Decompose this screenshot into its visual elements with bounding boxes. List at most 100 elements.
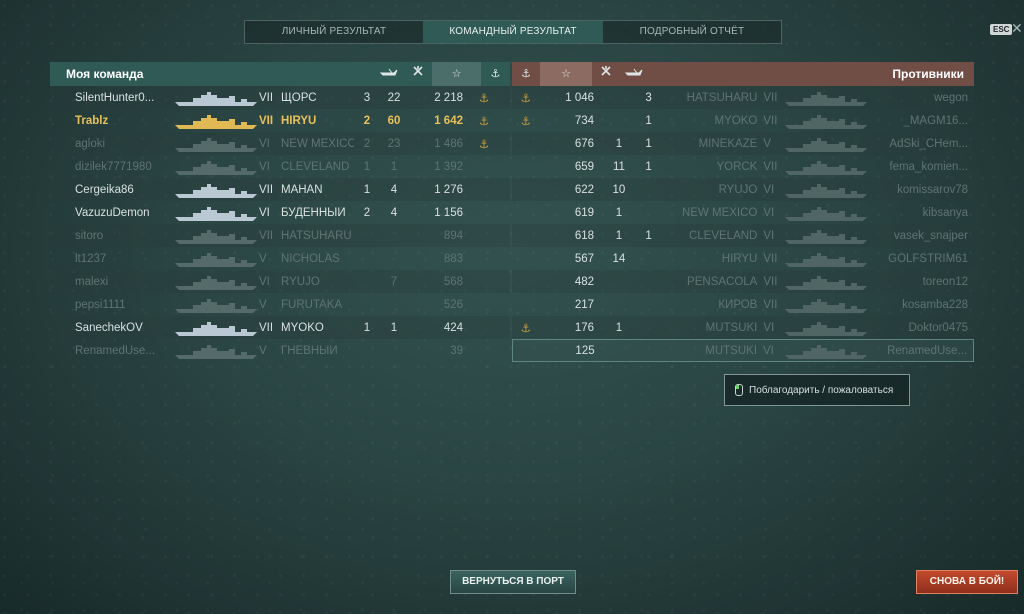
- ship-silhouette: [173, 319, 259, 337]
- esc-hint: ESC: [990, 24, 1013, 35]
- enemy-team-row[interactable]: 622 10 RYUJO VI komissarov78: [512, 178, 974, 201]
- base-xp: 217: [574, 298, 595, 311]
- base-xp: 1 486: [434, 137, 463, 150]
- ship-silhouette-icon: [785, 183, 868, 198]
- return-to-port-button[interactable]: ВЕРНУТЬСЯ В ПОРТ: [450, 570, 576, 594]
- anchor-icon: ⚓: [520, 115, 531, 128]
- player-name: VazuzuDemon: [75, 206, 150, 219]
- anchor-icon: ⚓: [520, 322, 531, 335]
- enemy-team-row[interactable]: 217 КИРОВ VII kosamba228: [512, 293, 974, 316]
- ship-silhouette: [783, 227, 869, 245]
- base-xp: 567: [574, 252, 595, 265]
- enemy-team-row[interactable]: 619 1 NEW MEXICO VI kibsanya: [512, 201, 974, 224]
- tab-team-result[interactable]: КОМАНДНЫЙ РЕЗУЛЬТАТ: [424, 21, 603, 43]
- anchor-icon: ⚓: [521, 68, 531, 80]
- my-team-row[interactable]: agloki VI NEW MEXICO 2 23 1 486 ⚓: [50, 132, 510, 155]
- my-team-row[interactable]: VazuzuDemon VI БУДЁННЫЙ 2 4 1 156: [50, 201, 510, 224]
- enemy-team-row[interactable]: 125 MUTSUKI VI RenamedUse...: [512, 339, 974, 362]
- player-name: kibsanya: [922, 206, 969, 219]
- ships-destroyed: 1: [645, 160, 652, 173]
- anchor-icon: ⚓: [520, 92, 531, 105]
- enemy-team-list: ⚓ 1 046 3 HATSUHARU VII wegon ⚓ 734 1 MYOKO VII _MA…: [512, 86, 974, 362]
- my-team-row[interactable]: SilentHunter0... VII ЩОРС 3 22 2 218 ⚓: [50, 86, 510, 109]
- ship-silhouette: [783, 273, 869, 291]
- ships-destroyed: 2: [363, 114, 371, 127]
- player-name: _MAGM16...: [903, 114, 969, 127]
- ship-tier: VII: [763, 252, 778, 265]
- enemy-team-panel: ⚓ ☆ Противники ⚓ 1 046 3 HATSUHARU VII wegon ⚓…: [512, 62, 974, 362]
- ship-name: HATSUHARU: [281, 229, 352, 242]
- ship-silhouette-icon: [175, 91, 257, 106]
- enemy-team-row[interactable]: ⚓ 734 1 MYOKO VII _MAGM16...: [512, 109, 974, 132]
- my-team-list: SilentHunter0... VII ЩОРС 3 22 2 218 ⚓ Trablz VI…: [50, 86, 510, 362]
- ship-tier: V: [763, 137, 772, 150]
- my-team-row[interactable]: RenamedUse... V ГНЕВНЫЙ 39: [50, 339, 510, 362]
- my-team-row[interactable]: SanechekOV VII MYOKO 1 1 424: [50, 316, 510, 339]
- enemy-team-row[interactable]: 482 PENSACOLA VII toreon12: [512, 270, 974, 293]
- planes-destroyed: 4: [390, 183, 398, 196]
- ship-silhouette: [173, 158, 259, 176]
- ships-destroyed: 3: [645, 91, 652, 104]
- ship-silhouette: [173, 296, 259, 314]
- my-team-row[interactable]: sitoro VII HATSUHARU 894: [50, 224, 510, 247]
- ship-tier: V: [259, 252, 267, 265]
- ship-tier: VI: [763, 344, 774, 357]
- enemy-team-row[interactable]: ⚓ 176 1 MUTSUKI VI Doktor0475: [512, 316, 974, 339]
- player-name: GOLFSTRIM61: [888, 252, 969, 265]
- base-xp: 176: [574, 321, 595, 334]
- base-xp: 125: [575, 344, 595, 357]
- my-team-row[interactable]: dizilek7771980 VI CLEVELAND 1 1 1 392: [50, 155, 510, 178]
- ship-silhouette-icon: [175, 229, 257, 244]
- ship-name: NEW MEXICO: [281, 137, 354, 150]
- ship-silhouette-icon: [785, 91, 868, 106]
- base-xp: 482: [574, 275, 595, 288]
- ship-name: RYUJO: [718, 183, 758, 196]
- plane-shot-icon: [403, 62, 432, 86]
- ship-tier: VII: [259, 91, 274, 104]
- base-xp: 659: [574, 160, 595, 173]
- ship-silhouette: [783, 158, 869, 176]
- ship-tier: VI: [259, 206, 270, 219]
- ships-destroyed: 1: [645, 229, 652, 242]
- ship-silhouette: [173, 250, 259, 268]
- tab-detailed-report[interactable]: ПОДРОБНЫЙ ОТЧЁТ: [603, 21, 781, 43]
- my-team-row[interactable]: Cergeika86 VII MAHAN 1 4 1 276: [50, 178, 510, 201]
- enemy-team-row[interactable]: 659 11 1 YORCK VII fema_komien...: [512, 155, 974, 178]
- my-team-row[interactable]: Trablz VII HIRYU 2 60 1 642 ⚓: [50, 109, 510, 132]
- ship-tier: VII: [259, 321, 274, 334]
- ship-silhouette-icon: [785, 252, 868, 267]
- ship-tier: VII: [259, 114, 274, 127]
- thank-report-label: Поблагодарить / пожаловаться: [749, 384, 894, 396]
- planes-destroyed: 1: [390, 160, 398, 173]
- close-icon[interactable]: ✕: [1011, 20, 1023, 37]
- ship-silhouette-icon: [784, 344, 867, 359]
- player-name: toreon12: [922, 275, 969, 288]
- ship-sunk-icon: [620, 62, 648, 86]
- thank-report-button[interactable]: Поблагодарить / пожаловаться: [724, 374, 910, 406]
- tab-personal-result[interactable]: ЛИЧНЫЙ РЕЗУЛЬТАТ: [245, 21, 424, 43]
- planes-destroyed: 4: [390, 206, 398, 219]
- enemy-team-row[interactable]: 567 14 HIRYU VII GOLFSTRIM61: [512, 247, 974, 270]
- ships-destroyed: 1: [363, 160, 371, 173]
- ship-name: MUTSUKI: [705, 344, 758, 357]
- ship-silhouette-icon: [175, 160, 257, 175]
- ship-tier: VI: [259, 137, 270, 150]
- battle-again-button[interactable]: СНОВА В БОЙ!: [916, 570, 1018, 594]
- enemy-team-row[interactable]: ⚓ 1 046 3 HATSUHARU VII wegon: [512, 86, 974, 109]
- mouse-icon: [735, 384, 743, 396]
- ships-destroyed: 2: [363, 137, 371, 150]
- planes-destroyed: 10: [612, 183, 626, 196]
- ship-silhouette-icon: [175, 137, 257, 152]
- ship-name: MUTSUKI: [705, 321, 758, 334]
- my-team-row[interactable]: pepsi1111 V FURUTAKA 526: [50, 293, 510, 316]
- ship-silhouette-icon: [785, 229, 868, 244]
- ship-tier: VI: [763, 321, 775, 334]
- enemy-team-row[interactable]: 618 1 1 CLEVELAND VI vasek_snajper: [512, 224, 974, 247]
- ship-silhouette-icon: [785, 114, 868, 129]
- ship-name: MYOKO: [714, 114, 758, 127]
- my-team-row[interactable]: malexi VI RYUJO 7 568: [50, 270, 510, 293]
- enemy-team-row[interactable]: 676 1 1 MINEKAZE V AdSki_CHem...: [512, 132, 974, 155]
- ship-name: БУДЁННЫЙ: [281, 206, 346, 219]
- my-team-row[interactable]: lt1237 V NICHOLAS 883: [50, 247, 510, 270]
- base-xp: 883: [443, 252, 463, 265]
